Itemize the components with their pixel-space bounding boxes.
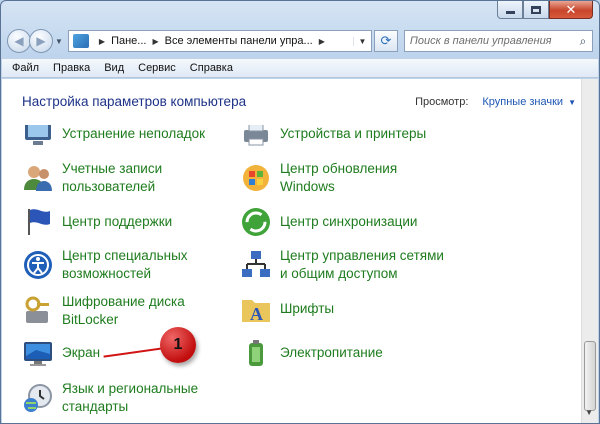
accessibility-icon: [22, 249, 54, 281]
breadcrumb-separator-icon[interactable]: ▶: [152, 37, 158, 46]
search-input[interactable]: [404, 35, 574, 47]
item-power[interactable]: Электропитание: [240, 337, 383, 369]
item-label: Центр поддержки: [62, 214, 173, 229]
users-icon: [22, 162, 54, 194]
item-label: Центр специальных возможностей: [62, 248, 188, 281]
view-label: Просмотр:: [415, 96, 469, 108]
breadcrumb-separator-icon[interactable]: ▶: [319, 37, 325, 46]
item-label: Шифрование диска BitLocker: [62, 294, 185, 327]
item-fonts[interactable]: A Шрифты: [240, 293, 334, 325]
close-icon: ✕: [565, 2, 577, 17]
region-clock-icon: [22, 382, 54, 414]
printer-icon: [240, 125, 272, 150]
flag-icon: [22, 206, 54, 238]
caption-buttons: ✕: [497, 1, 593, 19]
item-sync-center[interactable]: Центр синхронизации: [240, 206, 417, 238]
item-network-center[interactable]: Центр управления сетями и общим доступом: [240, 247, 444, 283]
close-button[interactable]: ✕: [549, 1, 593, 19]
item-display[interactable]: Экран: [22, 337, 100, 369]
breadcrumb-separator-icon[interactable]: ▶: [99, 37, 105, 46]
page-title: Настройка параметров компьютера: [22, 94, 247, 109]
scroll-down-arrow-icon[interactable]: ▼: [585, 408, 593, 417]
item-label: Центр обновления Windows: [280, 161, 398, 194]
vertical-scrollbar[interactable]: ▼: [581, 79, 598, 423]
menu-view[interactable]: Вид: [104, 62, 124, 74]
fonts-folder-icon: A: [240, 293, 272, 325]
item-bitlocker[interactable]: Шифрование диска BitLocker: [22, 293, 185, 329]
menu-bar: Файл Правка Вид Сервис Справка: [2, 58, 598, 78]
view-mode-link[interactable]: Крупные значки: [482, 96, 563, 108]
bitlocker-key-icon: [22, 295, 54, 327]
item-label: Экран: [62, 345, 101, 360]
item-label: Язык и региональные стандарты: [62, 381, 199, 414]
back-button[interactable]: ◀: [7, 29, 31, 53]
control-panel-icon: [72, 34, 89, 48]
search-box[interactable]: ⌕: [403, 30, 593, 52]
item-ease-of-access[interactable]: Центр специальных возможностей: [22, 247, 188, 283]
back-arrow-icon: ◀: [14, 34, 24, 48]
sync-icon: [240, 206, 272, 238]
item-label: Устройства и принтеры: [280, 126, 427, 141]
power-battery-icon: [240, 337, 272, 369]
control-panel-window: ✕ ◀ ▶ ▼ ▶ Пане... ▶ Все элементы панели …: [0, 0, 600, 424]
item-user-accounts[interactable]: Учетные записи пользователей: [22, 160, 162, 196]
svg-text:A: A: [250, 304, 263, 324]
breadcrumb-all-items[interactable]: Все элементы панели упра...: [165, 35, 313, 47]
menu-file[interactable]: Файл: [12, 62, 39, 74]
maximize-icon: [531, 5, 541, 14]
item-devices-printers[interactable]: Устройства и принтеры: [240, 125, 426, 150]
breadcrumb-control-panel[interactable]: Пане...: [111, 35, 146, 47]
item-windows-update[interactable]: Центр обновления Windows: [240, 160, 397, 196]
item-troubleshooting[interactable]: Устранение неполадок: [22, 125, 205, 150]
address-dropdown-icon[interactable]: ▼: [352, 36, 371, 46]
view-dropdown-icon[interactable]: ▼: [568, 98, 576, 108]
content-header: Настройка параметров компьютера Просмотр…: [2, 79, 580, 125]
item-label: Устранение неполадок: [62, 126, 206, 141]
refresh-icon: ⟳: [380, 33, 392, 48]
item-action-center[interactable]: Центр поддержки: [22, 206, 172, 238]
troubleshooting-icon: [22, 125, 54, 150]
item-label: Центр синхронизации: [280, 214, 418, 229]
maximize-button[interactable]: [523, 1, 549, 19]
forward-arrow-icon: ▶: [36, 34, 46, 48]
navigation-bar: ◀ ▶ ▼ ▶ Пане... ▶ Все элементы панели уп…: [7, 27, 593, 55]
refresh-button[interactable]: ⟳: [373, 30, 398, 52]
item-region-language[interactable]: Язык и региональные стандарты: [22, 380, 198, 416]
item-label: Учетные записи пользователей: [62, 161, 163, 194]
address-bar[interactable]: ▶ Пане... ▶ Все элементы панели упра... …: [67, 30, 372, 52]
view-selector: Просмотр: Крупные значки ▼: [415, 96, 576, 108]
display-monitor-icon: [22, 337, 54, 369]
minimize-icon: [505, 11, 515, 14]
menu-help[interactable]: Справка: [190, 62, 233, 74]
item-label: Шрифты: [280, 301, 335, 316]
item-label: Электропитание: [280, 345, 383, 360]
network-icon: [240, 249, 272, 281]
minimize-button[interactable]: [497, 1, 523, 19]
forward-button[interactable]: ▶: [29, 29, 53, 53]
search-icon[interactable]: ⌕: [574, 34, 592, 49]
recent-pages-dropdown[interactable]: ▼: [55, 37, 63, 46]
windows-update-icon: [240, 162, 272, 194]
content-area: Настройка параметров компьютера Просмотр…: [2, 79, 598, 423]
scrollbar-thumb[interactable]: [584, 341, 596, 411]
control-panel-items: Устранение неполадок Устройства и принте…: [2, 125, 582, 423]
callout-marker: 1: [160, 327, 196, 363]
menu-tools[interactable]: Сервис: [138, 62, 176, 74]
menu-edit[interactable]: Правка: [53, 62, 90, 74]
item-label: Центр управления сетями и общим доступом: [280, 248, 444, 281]
